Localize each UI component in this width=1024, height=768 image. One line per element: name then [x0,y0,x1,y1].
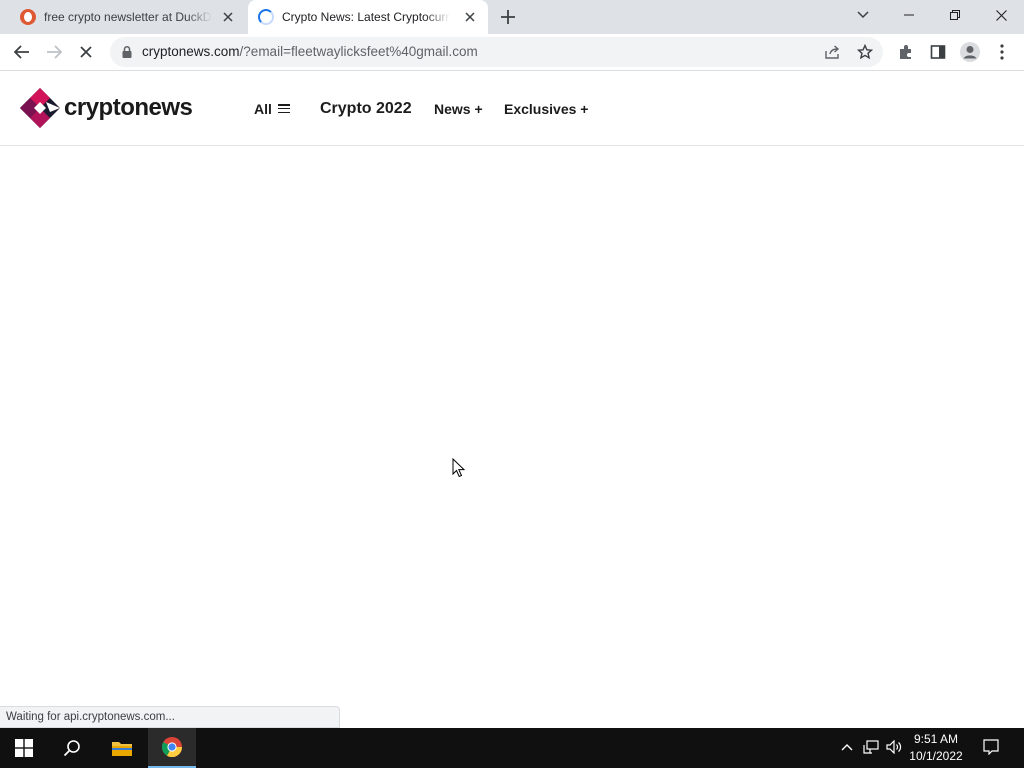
side-panel-icon [930,45,946,59]
browser-tabstrip: free crypto newsletter at DuckDuckGo Cry… [0,0,1024,34]
stop-loading-button[interactable] [74,40,98,64]
start-button[interactable] [0,728,48,768]
nav-all[interactable]: All [254,71,290,146]
plus-icon [501,10,515,24]
screen: free crypto newsletter at DuckDuckGo Cry… [0,0,1024,768]
chrome-taskbar-button[interactable] [148,728,196,768]
hamburger-icon [277,104,290,113]
minimize-icon [904,14,914,16]
star-icon [857,44,873,60]
duckduckgo-icon [20,9,36,25]
restore-button[interactable] [932,0,978,30]
chevron-down-icon [857,11,869,19]
chrome-icon [162,737,182,757]
nav-news[interactable]: News + [434,71,483,146]
lock-icon[interactable] [120,45,134,59]
file-explorer-button[interactable] [98,728,146,768]
menu-button[interactable] [990,40,1014,64]
avatar-icon [960,42,980,62]
clock-time: 9:51 AM [913,732,959,746]
puzzle-icon [900,45,911,59]
action-center-button[interactable] [982,738,1000,756]
nav-all-label: All [254,100,272,117]
arrow-right-icon [47,45,62,59]
nav-exclusives[interactable]: Exclusives + [504,71,588,146]
chevron-up-icon [841,744,853,751]
loading-spinner-icon [258,9,274,25]
site-header: cryptonews All Crypto 2022 News + Exclus… [0,71,1024,146]
windows-logo-icon [15,739,33,757]
close-icon[interactable] [220,9,236,25]
close-icon [995,9,1007,21]
url-host: cryptonews.com [142,44,240,59]
share-button[interactable] [823,42,843,62]
clock-date: 10/1/2022 [909,749,963,763]
new-tab-button[interactable] [498,7,518,27]
address-bar[interactable]: cryptonews.com/?email=fleetwaylicksfeet%… [110,37,883,67]
share-icon [825,45,840,59]
tab-title: Crypto News: Latest Cryptocurrency News [282,10,450,24]
forward-button[interactable] [42,40,66,64]
windows-taskbar: 9:51 AM 10/1/2022 [0,728,1024,768]
back-button[interactable] [10,40,34,64]
status-bubble: Waiting for api.cryptonews.com... [0,706,340,728]
restore-icon [950,10,960,20]
bookmark-button[interactable] [855,42,875,62]
url-text: cryptonews.com/?email=fleetwaylicksfeet%… [142,44,478,59]
nav-crypto-2022[interactable]: Crypto 2022 [320,71,412,146]
logo-text: cryptonews [64,94,193,121]
extensions-button[interactable] [894,40,918,64]
tab-duckduckgo[interactable]: free crypto newsletter at DuckDuckGo [8,0,246,34]
network-icon [863,740,879,754]
search-button[interactable] [48,728,96,768]
search-icon [63,740,80,757]
tab-title: free crypto newsletter at DuckDuckGo [44,10,212,24]
page-content [0,146,1024,728]
system-clock[interactable]: 9:51 AM 10/1/2022 [906,731,966,765]
site-logo[interactable]: cryptonews [20,88,193,128]
arrow-left-icon [14,45,29,59]
kebab-menu-icon [1000,44,1004,60]
mouse-cursor-icon [452,458,466,478]
side-panel-button[interactable] [926,40,950,64]
cryptonews-logo-icon [20,88,60,128]
tab-cryptonews[interactable]: Crypto News: Latest Cryptocurrency News [248,0,488,34]
volume-button[interactable] [885,738,903,756]
tab-search-button[interactable] [840,0,886,30]
browser-toolbar: cryptonews.com/?email=fleetwaylicksfeet%… [0,34,1024,71]
folder-icon [112,742,132,756]
network-button[interactable] [862,738,880,756]
notification-icon [983,739,999,755]
close-window-button[interactable] [978,0,1024,30]
close-icon [80,46,92,58]
close-icon[interactable] [462,9,478,25]
minimize-button[interactable] [886,0,932,30]
speaker-icon [886,740,902,754]
show-hidden-icons-button[interactable] [838,738,856,756]
profile-button[interactable] [958,40,982,64]
url-path: /?email=fleetwaylicksfeet%40gmail.com [239,44,478,59]
